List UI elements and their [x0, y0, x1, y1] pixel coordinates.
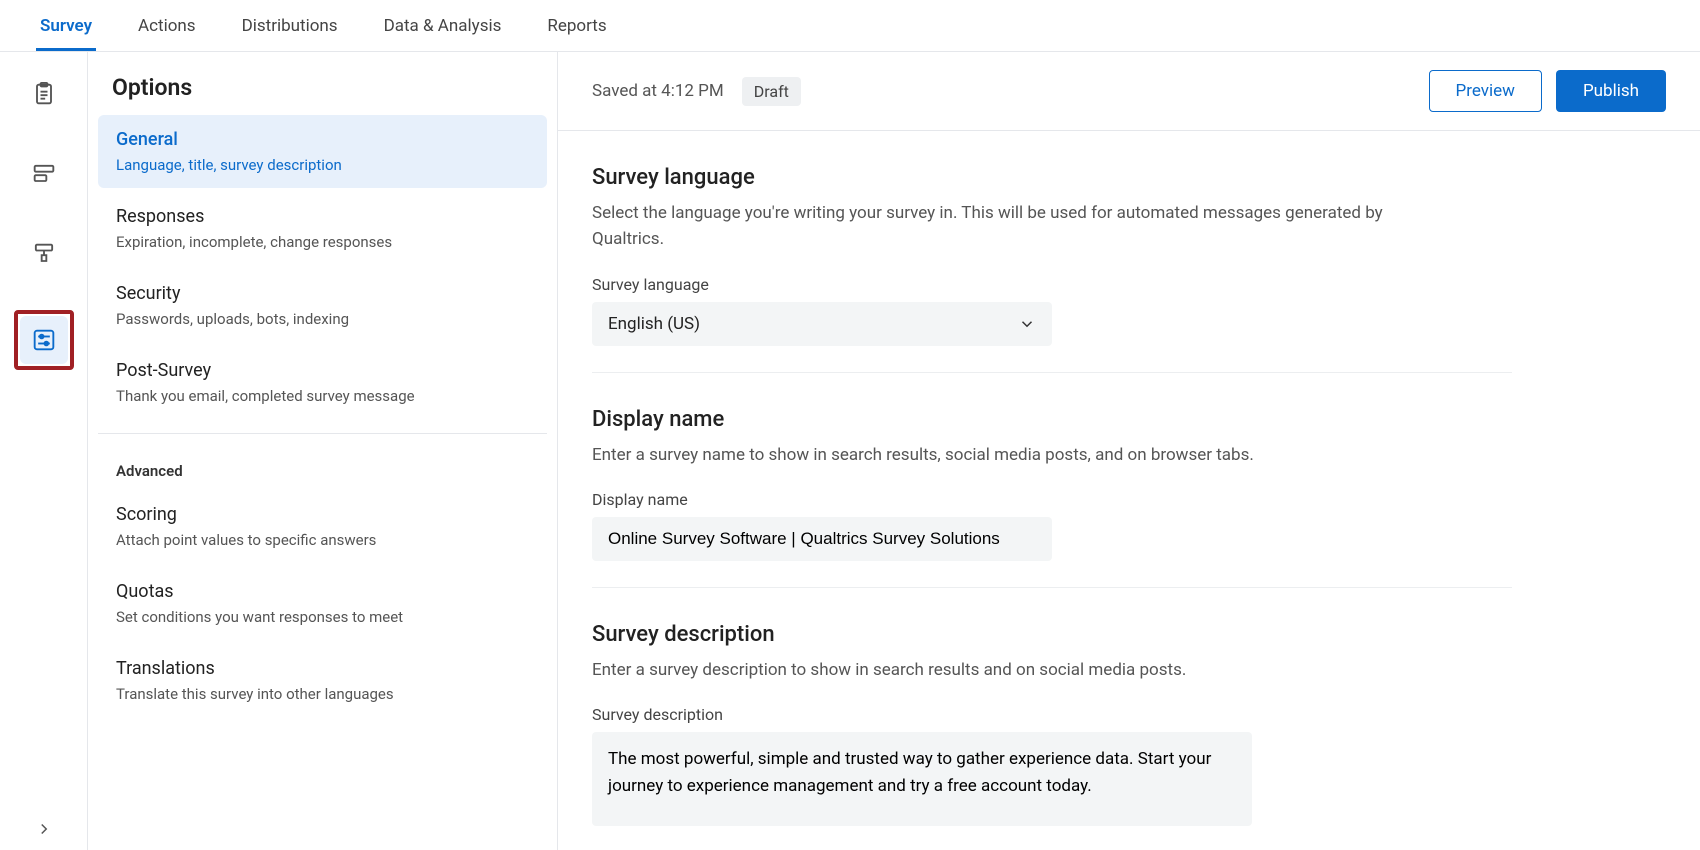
brush-icon[interactable]: [20, 230, 68, 278]
sidebar-item-sub: Passwords, uploads, bots, indexing: [116, 310, 529, 328]
sidebar-item-sub: Language, title, survey description: [116, 156, 529, 174]
select-value: English (US): [608, 314, 700, 334]
sidebar-item-scoring[interactable]: Scoring Attach point values to specific …: [98, 490, 547, 563]
options-sidebar: Options General Language, title, survey …: [88, 52, 558, 850]
clipboard-icon[interactable]: [20, 70, 68, 118]
main-header: Saved at 4:12 PM Draft Preview Publish: [558, 52, 1700, 131]
section-survey-language: Survey language Select the language you'…: [592, 165, 1512, 373]
tab-actions[interactable]: Actions: [134, 2, 200, 51]
sidebar-item-sub: Set conditions you want responses to mee…: [116, 608, 529, 626]
section-description: Enter a survey description to show in se…: [592, 657, 1452, 683]
top-nav-tabs: Survey Actions Distributions Data & Anal…: [0, 0, 1700, 52]
options-icon-highlight: [14, 310, 74, 370]
tab-data-analysis[interactable]: Data & Analysis: [380, 2, 506, 51]
section-survey-description: Survey description Enter a survey descri…: [592, 622, 1512, 850]
sidebar-item-quotas[interactable]: Quotas Set conditions you want responses…: [98, 567, 547, 640]
rail-expand-button[interactable]: [0, 820, 87, 838]
main-panel: Saved at 4:12 PM Draft Preview Publish S…: [558, 52, 1700, 850]
tab-distributions[interactable]: Distributions: [238, 2, 342, 51]
display-name-input[interactable]: [592, 517, 1052, 561]
sidebar-item-label: General: [116, 129, 529, 150]
sidebar-item-label: Scoring: [116, 504, 529, 525]
sidebar-item-label: Post-Survey: [116, 360, 529, 381]
layout-icon[interactable]: [20, 150, 68, 198]
publish-button[interactable]: Publish: [1556, 70, 1666, 112]
section-description: Select the language you're writing your …: [592, 200, 1452, 253]
tab-reports[interactable]: Reports: [543, 2, 610, 51]
sidebar-item-sub: Translate this survey into other languag…: [116, 685, 529, 703]
preview-button[interactable]: Preview: [1429, 70, 1542, 112]
field-label: Survey language: [592, 275, 1512, 294]
section-display-name: Display name Enter a survey name to show…: [592, 407, 1512, 588]
section-heading: Display name: [592, 407, 1512, 432]
sidebar-item-responses[interactable]: Responses Expiration, incomplete, change…: [98, 192, 547, 265]
sidebar-item-security[interactable]: Security Passwords, uploads, bots, index…: [98, 269, 547, 342]
survey-language-select[interactable]: English (US): [592, 302, 1052, 346]
section-heading: Survey language: [592, 165, 1512, 190]
status-badge-draft: Draft: [742, 77, 801, 106]
field-label: Survey description: [592, 705, 1512, 724]
sidebar-item-label: Security: [116, 283, 529, 304]
section-description: Enter a survey name to show in search re…: [592, 442, 1452, 468]
options-title: Options: [98, 74, 547, 115]
sidebar-item-general[interactable]: General Language, title, survey descript…: [98, 115, 547, 188]
saved-timestamp: Saved at 4:12 PM: [592, 81, 724, 101]
section-heading: Survey description: [592, 622, 1512, 647]
main-content: Survey language Select the language you'…: [558, 131, 1700, 850]
left-icon-rail: [0, 52, 88, 850]
sidebar-item-label: Quotas: [116, 581, 529, 602]
tab-survey[interactable]: Survey: [36, 2, 96, 51]
sidebar-item-label: Translations: [116, 658, 529, 679]
sidebar-item-sub: Expiration, incomplete, change responses: [116, 233, 529, 251]
survey-description-textarea[interactable]: [592, 732, 1252, 826]
sidebar-advanced-header: Advanced: [98, 444, 547, 490]
sidebar-item-sub: Attach point values to specific answers: [116, 531, 529, 549]
sliders-icon[interactable]: [20, 316, 68, 364]
sidebar-item-sub: Thank you email, completed survey messag…: [116, 387, 529, 405]
sidebar-item-post-survey[interactable]: Post-Survey Thank you email, completed s…: [98, 346, 547, 419]
sidebar-item-translations[interactable]: Translations Translate this survey into …: [98, 644, 547, 717]
sidebar-item-label: Responses: [116, 206, 529, 227]
sidebar-divider: [98, 433, 547, 434]
field-label: Display name: [592, 490, 1512, 509]
chevron-down-icon: [1018, 315, 1036, 333]
